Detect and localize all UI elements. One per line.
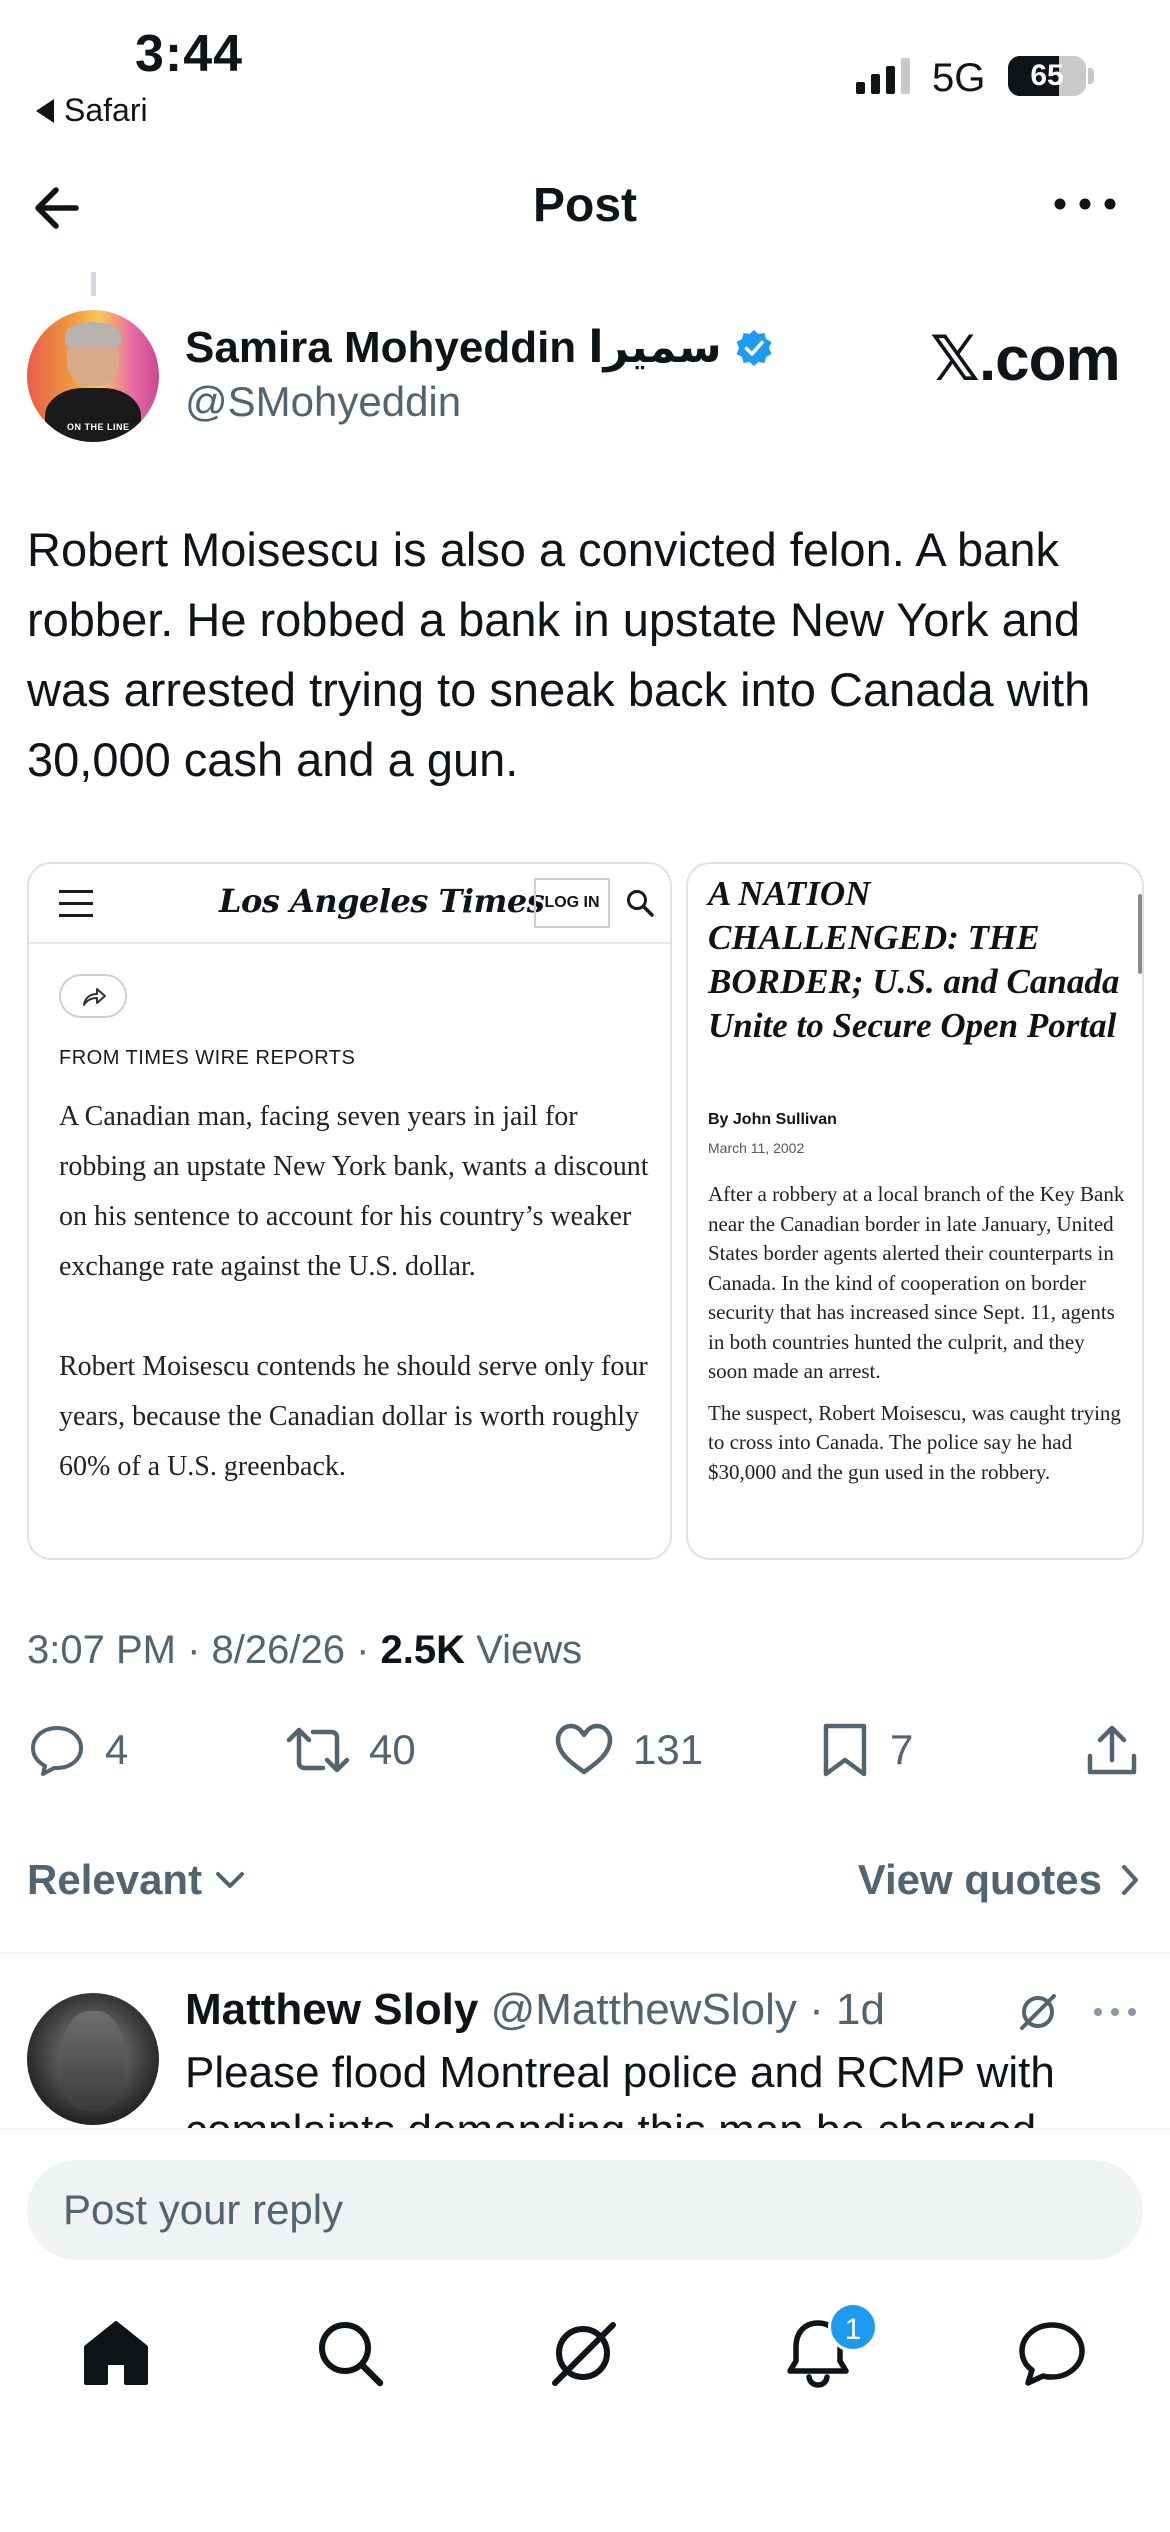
author-avatar[interactable]: ON THE LINE [27, 310, 159, 442]
nyt-byline: By John Sullivan [708, 1111, 837, 1128]
views-label: Views [465, 1628, 583, 1672]
repost-icon [286, 1727, 350, 1773]
more-horizontal-icon[interactable] [1050, 184, 1120, 224]
hamburger-menu-icon [59, 890, 93, 918]
share-chip [59, 974, 127, 1018]
media-image-la-times[interactable]: Los Angeles Times LOG IN FROM TIMES WIRE… [27, 862, 672, 1560]
la-times-header: Los Angeles Times LOG IN [29, 864, 670, 944]
author-name: Samira Mohyeddin سميرا [185, 323, 722, 372]
search-icon [627, 890, 654, 917]
media-image-nyt[interactable]: A NATION CHALLENGED: THE BORDER; U.S. an… [686, 862, 1144, 1560]
la-times-article-body: A Canadian man, facing seven years in ja… [59, 1092, 649, 1542]
nyt-headline: A NATION CHALLENGED: THE BORDER; U.S. an… [708, 874, 1120, 1045]
battery-tip [1088, 68, 1094, 84]
la-times-paragraph-2: Robert Moisescu contends he should serve… [59, 1351, 648, 1482]
back-triangle-icon [36, 98, 54, 123]
status-time: 3:44 [135, 25, 244, 83]
post-header: Post [0, 160, 1170, 250]
signal-icon [856, 58, 910, 94]
reply-handle-time: @MatthewSloly · 1d [478, 1985, 885, 2034]
home-icon[interactable] [80, 2317, 152, 2389]
bookmark-button[interactable]: 7 [818, 1720, 913, 1780]
views-count: 2.5K [380, 1628, 466, 1672]
reply-input-placeholder: Post your reply [63, 2186, 344, 2233]
nyt-paragraph-1: After a robbery at a local branch of the… [708, 1182, 1125, 1383]
bookmark-icon [823, 1723, 867, 1777]
replies-filter-row: Relevant View quotes [0, 1848, 1170, 1918]
like-button[interactable]: 131 [553, 1720, 703, 1780]
back-to-safari-link[interactable]: Safari [36, 92, 148, 129]
reply-author-row[interactable]: Matthew Sloly @MatthewSloly · 1d [185, 1985, 885, 2035]
nyt-article-body: After a robbery at a local branch of the… [708, 1180, 1128, 1499]
share-button[interactable] [1082, 1720, 1142, 1780]
like-count: 131 [633, 1726, 704, 1773]
author-handle[interactable]: @SMohyeddin [185, 378, 461, 426]
la-times-logo: Los Angeles Times [219, 882, 545, 920]
reply-input[interactable]: Post your reply [27, 2160, 1143, 2260]
x-com-label: 𝕏.com [930, 325, 1121, 394]
battery-icon: 65 [1008, 56, 1086, 96]
notification-badge: 1 [828, 2302, 878, 2352]
chevron-down-icon [216, 1872, 245, 1888]
heart-icon [555, 1723, 613, 1775]
verified-badge-icon [736, 329, 772, 366]
post-action-bar: 4 40 131 7 [0, 1720, 1170, 1800]
messages-icon[interactable] [1016, 2317, 1088, 2389]
view-quotes-link[interactable]: View quotes [858, 1856, 1140, 1904]
share-upload-icon [1087, 1725, 1137, 1775]
sort-label: Relevant [27, 1856, 203, 1903]
la-times-login: LOG IN [534, 878, 610, 928]
bookmark-count: 7 [890, 1726, 914, 1773]
view-quotes-label: View quotes [857, 1856, 1102, 1903]
reply-text: Please flood Montreal police and RCMP wi… [185, 2048, 1055, 2134]
share-arrow-icon [83, 988, 106, 1006]
page-title: Post [532, 179, 637, 232]
nyt-scrollbar [1138, 894, 1142, 974]
reply-button[interactable]: 4 [27, 1720, 128, 1780]
thread-connector-line [91, 272, 96, 296]
nyt-paragraph-2: The suspect, Robert Moisescu, was caught… [708, 1400, 1121, 1484]
search-icon[interactable] [314, 2317, 386, 2389]
la-times-paragraph-1: A Canadian man, facing seven years in ja… [59, 1101, 649, 1282]
post-text: Robert Moisescu is also a convicted felo… [27, 523, 1091, 786]
status-bar: 3:44 Safari 5G 65 [0, 0, 1170, 140]
grok-icon[interactable] [547, 2317, 619, 2389]
reply-author-name: Matthew Sloly [185, 1985, 479, 2034]
back-app-label: Safari [64, 92, 148, 128]
sort-dropdown[interactable]: Relevant [27, 1856, 246, 1904]
reply-author-avatar[interactable] [27, 1993, 159, 2125]
repost-button[interactable]: 40 [285, 1720, 416, 1780]
chevron-right-icon [1122, 1865, 1138, 1895]
la-times-section-label: FROM TIMES WIRE REPORTS [59, 1047, 356, 1069]
reply-more-icon[interactable] [1092, 2002, 1138, 2022]
nyt-date: March 11, 2002 [708, 1140, 805, 1156]
repost-count: 40 [369, 1726, 416, 1773]
post-meta: 3:07 PM · 8/26/26 · 2.5K Views [27, 1628, 582, 1673]
battery-percent: 65 [1030, 59, 1064, 92]
post-timestamp: 3:07 PM · 8/26/26 · [27, 1628, 381, 1672]
network-type: 5G [932, 56, 986, 100]
grok-icon[interactable] [1016, 1990, 1060, 2034]
reply-icon [31, 1726, 83, 1776]
author-name-row[interactable]: Samira Mohyeddin سميرا [185, 322, 774, 373]
reply-count: 4 [105, 1726, 129, 1773]
section-divider [0, 1952, 1170, 1954]
